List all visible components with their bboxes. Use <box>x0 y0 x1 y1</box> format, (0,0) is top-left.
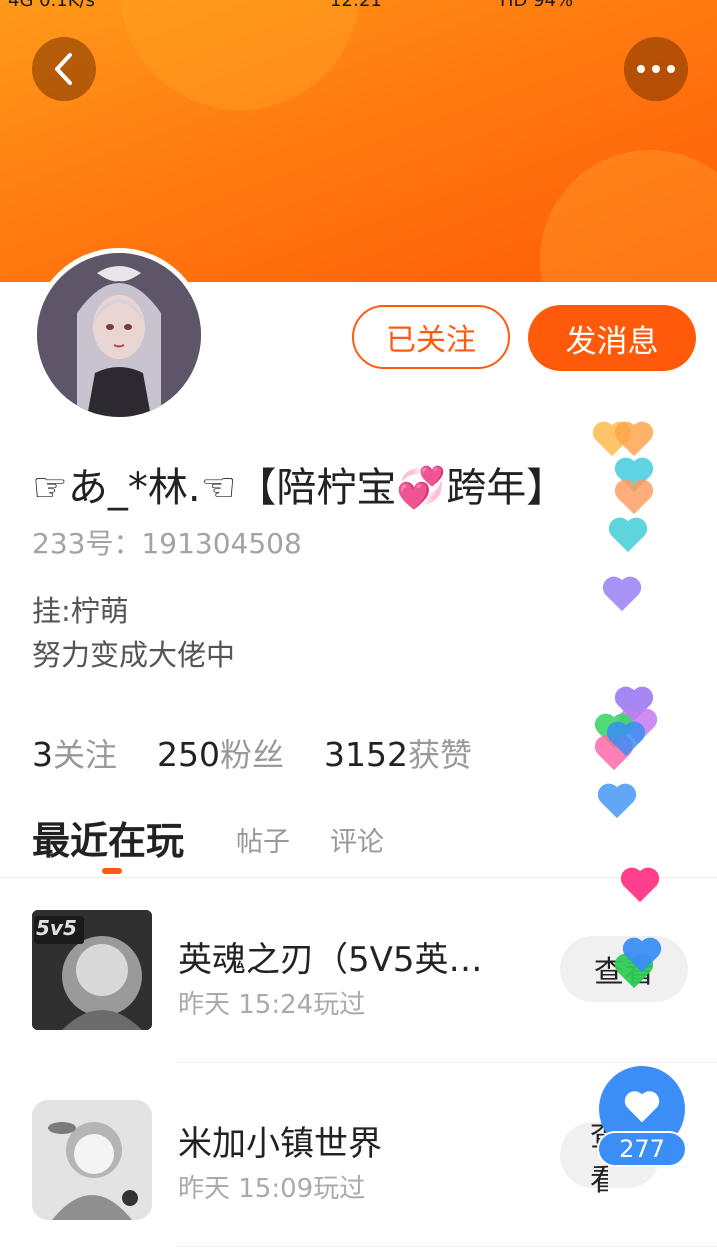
bio-line: 努力变成大佬中 <box>32 638 236 672</box>
back-button[interactable] <box>32 37 96 101</box>
status-bar: 4G 0.1K/s 12:21 HD 94% <box>0 0 717 16</box>
send-message-button[interactable]: 发消息 <box>528 305 696 371</box>
clock: 12:21 <box>330 0 382 11</box>
heart-icon <box>624 1091 660 1123</box>
banner-decoration <box>540 150 717 282</box>
game-list-item[interactable]: 5v5 英魂之刃（5V5英… 昨天 15:24玩过 查看 <box>0 880 717 1060</box>
heart-icon <box>606 721 646 757</box>
game-icon-label: 5v5 <box>36 916 77 940</box>
likes-count: 3152 <box>324 735 409 774</box>
followed-button[interactable]: 已关注 <box>352 305 510 369</box>
user-id: 233号：191304508 <box>32 527 302 560</box>
row-divider <box>178 1062 717 1063</box>
following-count: 3 <box>32 735 53 774</box>
avatar[interactable] <box>32 248 206 422</box>
fans-stat[interactable]: 250粉丝 <box>157 735 324 774</box>
heart-icon <box>614 479 654 515</box>
heart-icon <box>622 937 662 973</box>
game-icon: 5v5 <box>32 910 152 1030</box>
heart-icon <box>608 517 648 553</box>
chevron-left-icon <box>55 53 72 85</box>
divider <box>0 877 717 878</box>
ellipsis-icon <box>637 65 675 73</box>
like-count-badge: 277 <box>597 1131 687 1167</box>
game-icon <box>32 1100 152 1220</box>
game-played-time: 昨天 15:24玩过 <box>178 990 366 1020</box>
following-label: 关注 <box>53 736 118 774</box>
likes-stat[interactable]: 3152获赞 <box>324 735 512 774</box>
battery-status: HD 94% <box>500 0 574 11</box>
heart-icon <box>620 867 660 903</box>
bio-line: 挂:柠萌 <box>32 594 129 628</box>
game-title: 英魂之刃（5V5英… <box>178 940 483 980</box>
tab-posts[interactable]: 帖子 <box>236 820 290 859</box>
heart-icon <box>597 783 637 819</box>
banner-decoration <box>120 0 360 110</box>
game-title: 米加小镇世界 <box>178 1124 382 1164</box>
following-stat[interactable]: 3关注 <box>32 735 157 774</box>
heart-icon <box>614 421 654 457</box>
likes-label: 获赞 <box>408 736 473 774</box>
fans-count: 250 <box>157 735 221 774</box>
profile-banner <box>0 0 717 282</box>
avatar-image <box>37 253 201 417</box>
nickname: ☞あ_*林.☜【陪柠宝💞跨年】 <box>32 465 567 511</box>
heart-icon <box>602 576 642 612</box>
active-tab-indicator <box>102 868 122 874</box>
game-played-time: 昨天 15:09玩过 <box>178 1174 366 1204</box>
fans-label: 粉丝 <box>220 736 285 774</box>
profile-stats: 3关注 250粉丝 3152获赞 <box>32 730 512 776</box>
tab-comments[interactable]: 评论 <box>330 820 384 859</box>
row-divider <box>178 1246 717 1247</box>
more-button[interactable] <box>624 37 688 101</box>
tab-recently-played[interactable]: 最近在玩 <box>32 810 184 865</box>
network-status: 4G 0.1K/s <box>8 0 95 11</box>
